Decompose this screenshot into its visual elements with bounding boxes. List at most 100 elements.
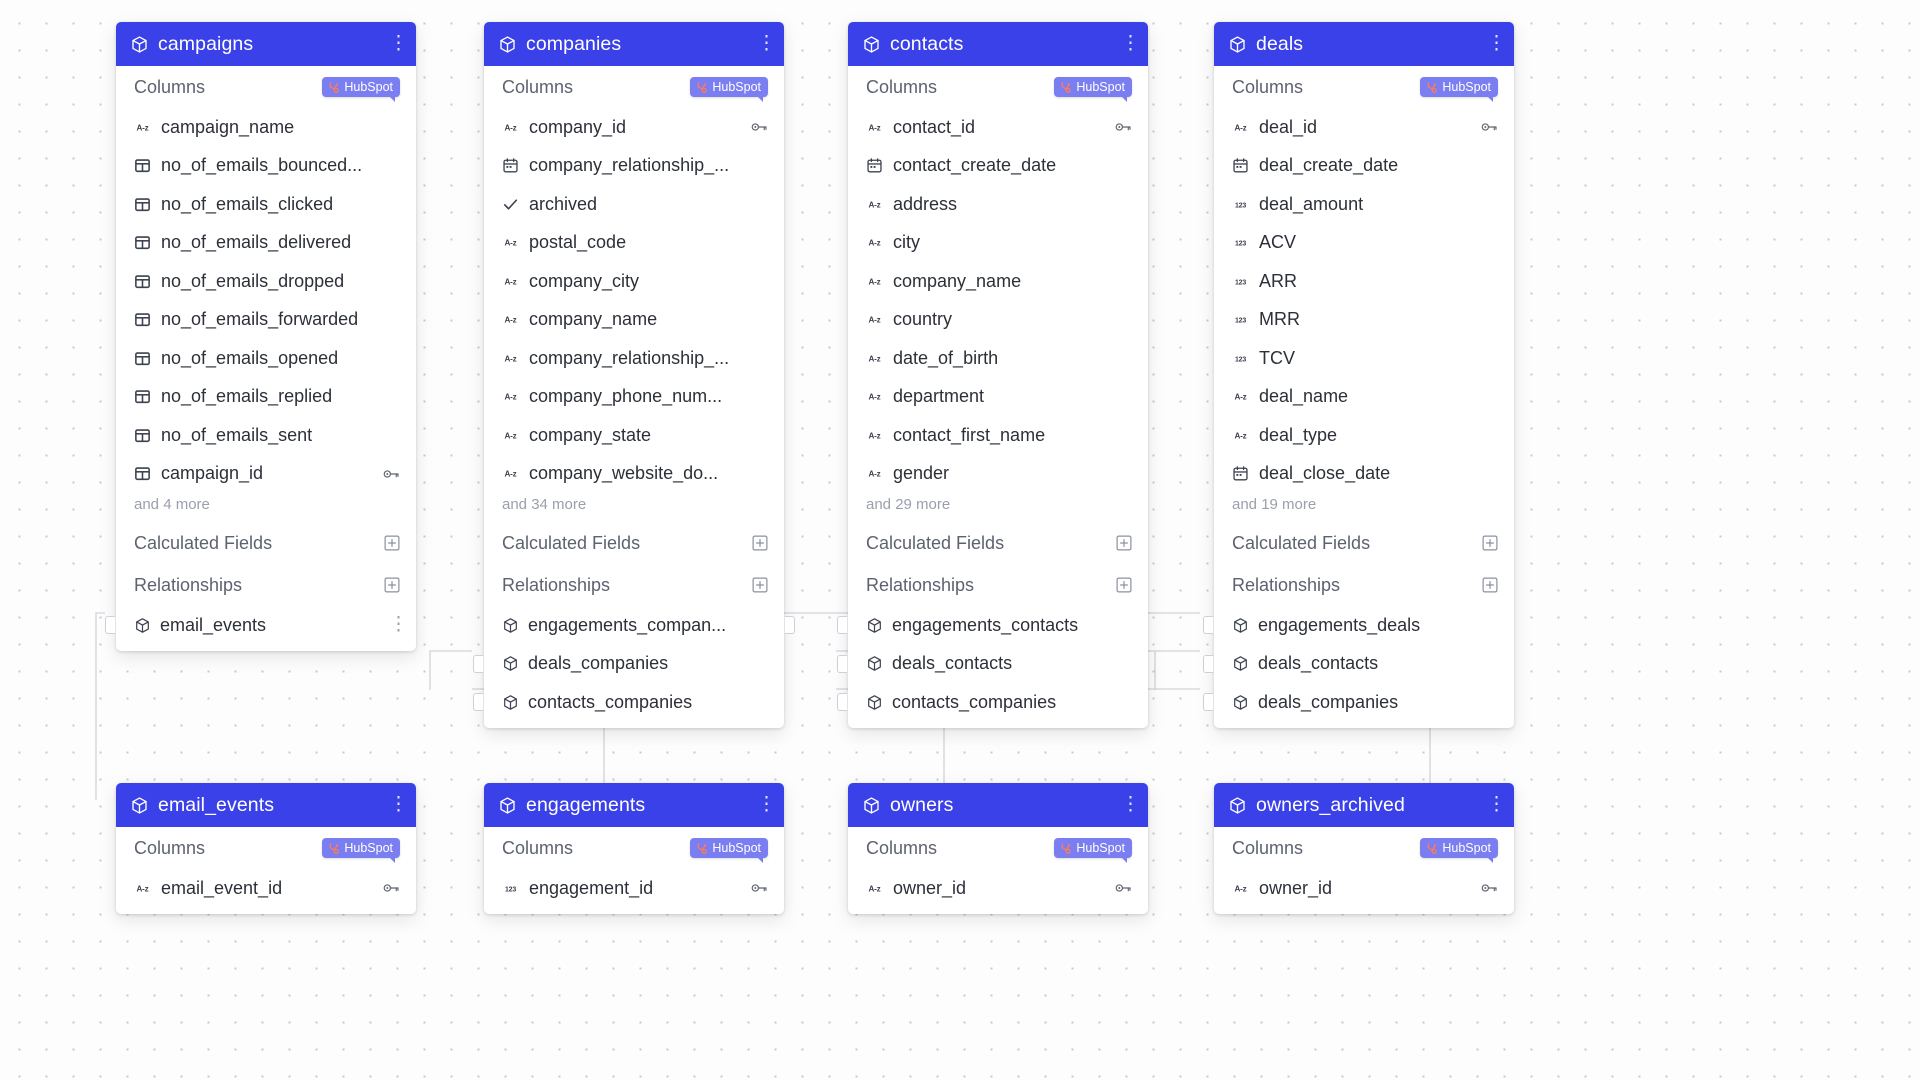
column-row[interactable]: no_of_emails_bounced... <box>116 147 416 186</box>
column-row[interactable]: A-z city <box>848 224 1148 263</box>
hubspot-source-badge[interactable]: HubSpot <box>322 838 400 863</box>
column-row[interactable]: archived <box>484 185 784 224</box>
column-row[interactable]: no_of_emails_dropped <box>116 262 416 301</box>
relationship-row[interactable]: contacts_companies <box>473 683 784 722</box>
table-card-header[interactable]: deals ⋮ <box>1214 22 1514 66</box>
column-row[interactable]: no_of_emails_clicked <box>116 185 416 224</box>
relationship-port-left[interactable] <box>473 693 483 711</box>
table-menu-button[interactable]: ⋮ <box>1487 795 1506 814</box>
table-menu-button[interactable]: ⋮ <box>1121 34 1140 53</box>
table-card-header[interactable]: owners_archived ⋮ <box>1214 783 1514 827</box>
column-row[interactable]: campaign_id <box>116 455 416 494</box>
column-row[interactable]: A-z company_name <box>484 301 784 340</box>
add-calculated-field-icon[interactable] <box>1482 535 1498 551</box>
relationship-port-left[interactable] <box>1203 654 1213 673</box>
column-row[interactable]: A-z owner_id <box>848 869 1148 908</box>
column-row[interactable]: A-z company_state <box>484 416 784 455</box>
column-row[interactable]: deal_close_date <box>1214 455 1514 494</box>
relationship-row[interactable]: deals_companies <box>1203 683 1514 722</box>
column-row[interactable]: 123 deal_amount <box>1214 185 1514 224</box>
relationships-section[interactable]: Relationships <box>1214 564 1514 606</box>
column-row[interactable]: A-z company_id <box>484 108 784 147</box>
calculated-fields-section[interactable]: Calculated Fields <box>1214 522 1514 564</box>
column-row[interactable]: 123 ARR <box>1214 262 1514 301</box>
more-columns-label[interactable]: and 29 more <box>848 493 1148 522</box>
column-row[interactable]: A-z owner_id <box>1214 869 1514 908</box>
relationship-row[interactable]: email_events ⋮ <box>105 606 416 645</box>
relationship-row[interactable]: contacts_companies <box>837 683 1148 722</box>
table-menu-button[interactable]: ⋮ <box>757 795 776 814</box>
calculated-fields-section[interactable]: Calculated Fields <box>116 522 416 564</box>
table-card-header[interactable]: campaigns ⋮ <box>116 22 416 66</box>
column-row[interactable]: 123 ACV <box>1214 224 1514 263</box>
table-card-header[interactable]: email_events ⋮ <box>116 783 416 827</box>
table-menu-button[interactable]: ⋮ <box>1487 34 1506 53</box>
calculated-fields-section[interactable]: Calculated Fields <box>848 522 1148 564</box>
table-card-header[interactable]: owners ⋮ <box>848 783 1148 827</box>
column-row[interactable]: 123 engagement_id <box>484 869 784 908</box>
column-row[interactable]: company_relationship_... <box>484 147 784 186</box>
column-row[interactable]: A-z department <box>848 378 1148 417</box>
add-relationship-icon[interactable] <box>384 577 400 593</box>
add-calculated-field-icon[interactable] <box>384 535 400 551</box>
column-row[interactable]: no_of_emails_opened <box>116 339 416 378</box>
relationships-section[interactable]: Relationships <box>116 564 416 606</box>
table-menu-button[interactable]: ⋮ <box>757 34 776 53</box>
column-row[interactable]: contact_create_date <box>848 147 1148 186</box>
column-row[interactable]: A-z campaign_name <box>116 108 416 147</box>
column-row[interactable]: A-z company_city <box>484 262 784 301</box>
column-row[interactable]: A-z deal_id <box>1214 108 1514 147</box>
table-card-email_events[interactable]: email_events ⋮ Columns HubSpot A-z email… <box>116 783 416 914</box>
hubspot-source-badge[interactable]: HubSpot <box>1054 838 1132 863</box>
more-columns-label[interactable]: and 4 more <box>116 493 416 522</box>
relationship-port-left[interactable] <box>837 654 847 673</box>
relationship-port-left[interactable] <box>837 616 847 634</box>
column-row[interactable]: deal_create_date <box>1214 147 1514 186</box>
column-row[interactable]: A-z email_event_id <box>116 869 416 908</box>
column-row[interactable]: no_of_emails_forwarded <box>116 301 416 340</box>
hubspot-source-badge[interactable]: HubSpot <box>1054 77 1132 102</box>
relationship-port-left[interactable] <box>837 693 847 711</box>
column-row[interactable]: A-z company_relationship_... <box>484 339 784 378</box>
table-card-owners[interactable]: owners ⋮ Columns HubSpot A-z owner_id <box>848 783 1148 914</box>
relationship-menu-button[interactable]: ⋮ <box>389 615 408 634</box>
table-menu-button[interactable]: ⋮ <box>389 34 408 53</box>
column-row[interactable]: A-z company_name <box>848 262 1148 301</box>
column-row[interactable]: A-z contact_id <box>848 108 1148 147</box>
relationship-port-left[interactable] <box>1203 616 1213 634</box>
column-row[interactable]: A-z gender <box>848 455 1148 494</box>
table-card-header[interactable]: engagements ⋮ <box>484 783 784 827</box>
table-card-campaigns[interactable]: campaigns ⋮ Columns HubSpot A-z campaign… <box>105 22 416 651</box>
relationship-row[interactable]: deals_contacts <box>1203 645 1514 684</box>
more-columns-label[interactable]: and 34 more <box>484 493 784 522</box>
table-card-header[interactable]: contacts ⋮ <box>848 22 1148 66</box>
relationship-port-left[interactable] <box>473 654 483 673</box>
column-row[interactable]: A-z company_website_do... <box>484 455 784 494</box>
column-row[interactable]: no_of_emails_replied <box>116 378 416 417</box>
column-row[interactable]: 123 MRR <box>1214 301 1514 340</box>
relationship-row[interactable]: engagements_deals <box>1203 606 1514 645</box>
schema-diagram-canvas[interactable]: campaigns ⋮ Columns HubSpot A-z campaign… <box>0 0 1920 1080</box>
relationship-row[interactable]: deals_companies <box>473 645 784 684</box>
table-card-contacts[interactable]: contacts ⋮ Columns HubSpot A-z contact_i… <box>837 22 1148 728</box>
column-row[interactable]: A-z country <box>848 301 1148 340</box>
table-card-engagements[interactable]: engagements ⋮ Columns HubSpot 123 engage… <box>484 783 784 914</box>
relationship-port-left[interactable] <box>1203 693 1213 711</box>
column-row[interactable]: no_of_emails_sent <box>116 416 416 455</box>
add-calculated-field-icon[interactable] <box>1116 535 1132 551</box>
hubspot-source-badge[interactable]: HubSpot <box>1420 77 1498 102</box>
column-row[interactable]: A-z postal_code <box>484 224 784 263</box>
hubspot-source-badge[interactable]: HubSpot <box>690 838 768 863</box>
more-columns-label[interactable]: and 19 more <box>1214 493 1514 522</box>
add-relationship-icon[interactable] <box>1116 577 1132 593</box>
hubspot-source-badge[interactable]: HubSpot <box>690 77 768 102</box>
column-row[interactable]: A-z deal_type <box>1214 416 1514 455</box>
column-row[interactable]: A-z date_of_birth <box>848 339 1148 378</box>
column-row[interactable]: A-z address <box>848 185 1148 224</box>
column-row[interactable]: A-z contact_first_name <box>848 416 1148 455</box>
table-menu-button[interactable]: ⋮ <box>389 795 408 814</box>
relationship-row[interactable]: deals_contacts <box>837 645 1148 684</box>
calculated-fields-section[interactable]: Calculated Fields <box>484 522 784 564</box>
table-card-header[interactable]: companies ⋮ <box>484 22 784 66</box>
column-row[interactable]: A-z deal_name <box>1214 378 1514 417</box>
